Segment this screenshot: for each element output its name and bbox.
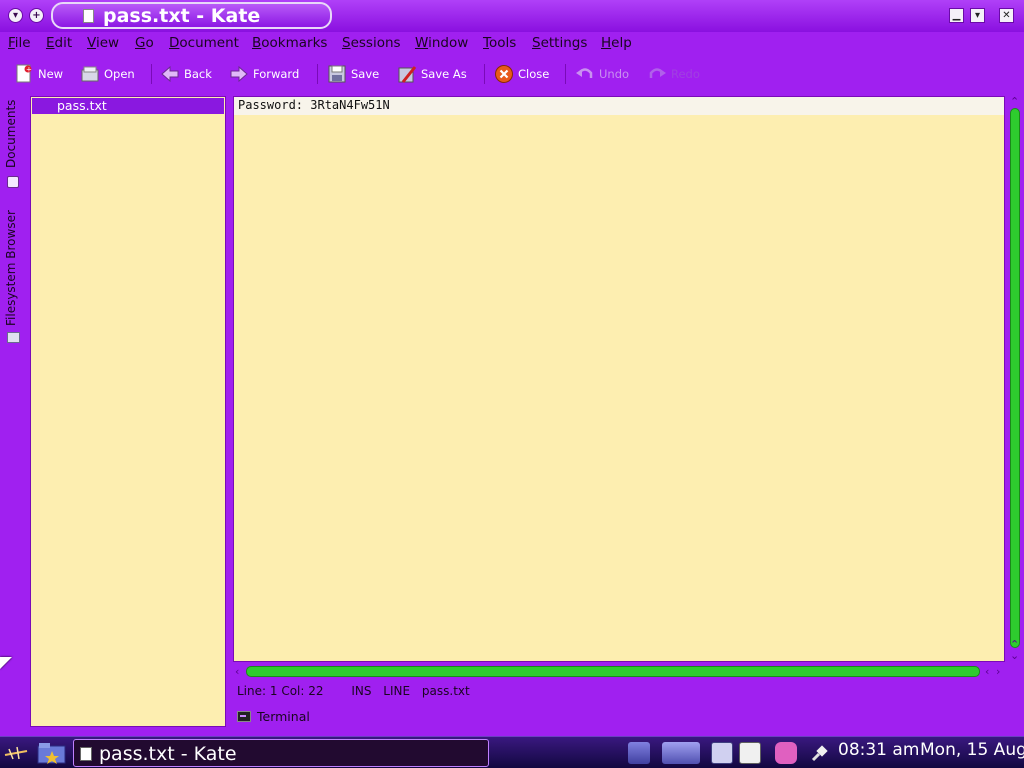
redo-icon <box>647 64 667 84</box>
menu-bar: File Edit View Go Document Bookmarks Ses… <box>0 32 1024 54</box>
undo-icon <box>575 64 595 84</box>
clock[interactable]: 08:31 am <box>838 740 919 760</box>
cursor-position: Line: 1 Col: 22 <box>237 684 324 698</box>
terminal-icon <box>237 710 251 722</box>
maximize-button[interactable]: ▾ <box>970 8 985 23</box>
new-button[interactable]: + New <box>14 62 63 86</box>
forward-label: Forward <box>253 67 300 81</box>
date[interactable]: Mon, 15 Aug <box>920 740 1024 760</box>
close-label: Close <box>518 67 550 81</box>
open-button[interactable]: Open <box>80 62 135 86</box>
menu-help[interactable]: Help <box>601 35 632 51</box>
save-button[interactable]: Save <box>327 62 379 86</box>
horizontal-scroll-thumb[interactable] <box>246 666 980 677</box>
open-folder-icon <box>80 64 100 84</box>
vertical-scrollbar[interactable]: ⌃ ⌃ ⌄ <box>1008 96 1022 662</box>
document-icon <box>80 747 92 761</box>
close-circle-icon <box>494 64 514 84</box>
toolbar-separator <box>317 64 318 84</box>
menu-tools[interactable]: Tools <box>483 35 516 51</box>
menu-settings[interactable]: Settings <box>532 35 587 51</box>
vertical-scroll-thumb[interactable] <box>1010 108 1020 648</box>
desktop-pager-icon[interactable] <box>662 742 700 764</box>
back-button[interactable]: Back <box>160 62 212 86</box>
clipboard-icon[interactable] <box>739 742 761 764</box>
taskbar: pass.txt - Kate 08:31 am Mon, 15 Aug <box>0 736 1024 768</box>
window-title: pass.txt - Kate <box>103 5 261 27</box>
filesystem-tab-icon <box>7 332 20 343</box>
new-document-icon: + <box>14 64 34 84</box>
scroll-down-icon[interactable]: ⌄ <box>1010 650 1019 661</box>
window-titlebar[interactable]: ▾ + pass.txt - Kate ▁ ▾ ✕ <box>0 0 1024 32</box>
new-label: New <box>38 67 64 81</box>
side-tab-strip: Documents Filesystem Browser <box>0 94 26 734</box>
scroll-up-icon[interactable]: ⌃ <box>1010 96 1019 107</box>
minimize-button[interactable]: ▁ <box>949 8 964 23</box>
menu-window[interactable]: Window <box>415 35 468 51</box>
sticky-button[interactable]: + <box>29 8 44 23</box>
toolbar-separator <box>565 64 566 84</box>
status-bar: Line: 1 Col: 22 INS LINE pass.txt <box>237 684 470 702</box>
home-folder-icon[interactable] <box>37 741 67 765</box>
forward-button[interactable]: Forward <box>229 62 299 86</box>
menu-go[interactable]: Go <box>135 35 154 51</box>
menu-file[interactable]: File <box>8 35 31 51</box>
scroll-left-icon[interactable]: ‹ <box>235 666 239 677</box>
redo-button[interactable]: Redo <box>647 62 700 86</box>
redo-label: Redo <box>671 67 700 81</box>
menu-view[interactable]: View <box>87 35 119 51</box>
back-label: Back <box>184 67 212 81</box>
terminal-tab[interactable]: Terminal <box>237 707 310 725</box>
plug-icon[interactable] <box>809 742 831 764</box>
close-window-button[interactable]: ✕ <box>999 8 1014 23</box>
editor-line-1[interactable]: Password: 3RtaN4Fw51N <box>238 98 390 112</box>
undo-label: Undo <box>599 67 630 81</box>
menu-document[interactable]: Document <box>169 35 239 51</box>
window-menu-button[interactable]: ▾ <box>8 8 23 23</box>
task-kate-window[interactable]: pass.txt - Kate <box>73 739 489 767</box>
tab-filesystem-browser[interactable]: Filesystem Browser <box>4 210 18 326</box>
window-title-pill: pass.txt - Kate <box>51 2 332 29</box>
forward-arrow-icon <box>229 64 249 84</box>
menu-edit[interactable]: Edit <box>46 35 72 51</box>
tab-documents[interactable]: Documents <box>4 100 18 168</box>
kde-menu-icon[interactable] <box>3 743 29 763</box>
save-disk-icon <box>327 64 347 84</box>
package-icon[interactable] <box>775 742 797 764</box>
toolbar-separator <box>484 64 485 84</box>
terminal-label: Terminal <box>257 708 310 724</box>
task-label: pass.txt - Kate <box>99 743 237 765</box>
text-editor[interactable]: Password: 3RtaN4Fw51N <box>233 96 1005 662</box>
main-toolbar: + New Open Back Forward Save Save As Clo… <box>0 58 1024 90</box>
save-label: Save <box>351 67 380 81</box>
insert-mode[interactable]: INS <box>351 684 371 698</box>
open-label: Open <box>104 67 135 81</box>
menu-bookmarks[interactable]: Bookmarks <box>252 35 327 51</box>
document-icon <box>83 9 94 23</box>
save-as-label: Save As <box>421 67 467 81</box>
save-as-icon <box>397 64 417 84</box>
document-list[interactable]: pass.txt <box>30 96 226 727</box>
screen-icon[interactable] <box>711 742 733 764</box>
document-list-item[interactable]: pass.txt <box>32 98 224 114</box>
scroll-right-icon[interactable]: › <box>996 666 1000 677</box>
save-as-button[interactable]: Save As <box>397 62 467 86</box>
back-arrow-icon <box>160 64 180 84</box>
status-filename: pass.txt <box>421 684 470 698</box>
pager-icon[interactable] <box>628 742 650 764</box>
selection-mode[interactable]: LINE <box>383 684 410 698</box>
menu-sessions[interactable]: Sessions <box>342 35 401 51</box>
mouse-cursor <box>0 657 12 669</box>
undo-button[interactable]: Undo <box>575 62 629 86</box>
close-button[interactable]: Close <box>494 62 549 86</box>
horizontal-scrollbar[interactable]: ‹ ‹ › <box>233 664 1008 680</box>
toolbar-separator <box>151 64 152 84</box>
scroll-left-icon[interactable]: ‹ <box>985 666 989 677</box>
documents-tab-icon <box>7 176 19 188</box>
svg-text:+: + <box>26 66 32 74</box>
